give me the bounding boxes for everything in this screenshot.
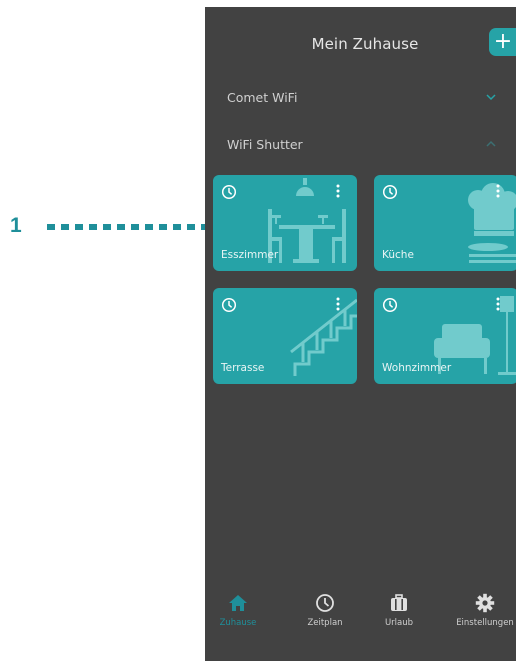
room-label: Küche xyxy=(382,249,414,261)
nav-item-zuhause[interactable]: Zuhause xyxy=(205,593,273,628)
nav-label: Zeitplan xyxy=(307,618,343,628)
nav-item-urlaub[interactable]: Urlaub xyxy=(364,593,434,628)
suitcase-icon xyxy=(391,594,407,611)
more-menu-icon[interactable] xyxy=(496,184,500,198)
group-label: Comet WiFi xyxy=(227,89,298,105)
room-tile-terrasse[interactable]: Terrasse xyxy=(213,288,357,384)
room-tile-esszimmer[interactable]: Esszimmer xyxy=(213,175,357,271)
page-title: Mein Zuhause xyxy=(311,35,419,53)
chevron-down-icon xyxy=(486,94,496,101)
room-tile-kueche[interactable]: Küche xyxy=(374,175,516,271)
group-wifi-shutter[interactable]: WiFi Shutter xyxy=(227,133,497,155)
home-icon xyxy=(229,595,247,611)
clock-icon xyxy=(316,594,334,612)
nav-item-einstellungen[interactable]: Einstellungen xyxy=(450,593,516,628)
clock-icon[interactable] xyxy=(382,184,398,200)
clock-icon[interactable] xyxy=(221,184,237,200)
more-menu-icon[interactable] xyxy=(336,184,340,198)
gear-icon xyxy=(475,593,495,613)
group-label: WiFi Shutter xyxy=(227,136,303,152)
clock-icon[interactable] xyxy=(382,297,398,313)
room-tile-wohnzimmer[interactable]: Wohnzimmer xyxy=(374,288,516,384)
more-menu-icon[interactable] xyxy=(336,297,340,311)
room-label: Terrasse xyxy=(221,362,265,374)
nav-label: Einstellungen xyxy=(456,618,514,628)
callout-number: 1 xyxy=(10,214,22,237)
phone-screen: Mein Zuhause + Comet WiFi WiFi Shutter E… xyxy=(205,7,516,661)
chevron-up-icon xyxy=(486,140,496,147)
nav-label: Zuhause xyxy=(219,618,257,628)
clock-icon[interactable] xyxy=(221,297,237,313)
add-button[interactable]: + xyxy=(489,28,516,56)
bottom-nav: Zuhause Zeitplan Urlaub Einstellungen xyxy=(205,593,516,643)
nav-label: Urlaub xyxy=(384,618,414,628)
more-menu-icon[interactable] xyxy=(496,297,500,311)
group-comet-wifi[interactable]: Comet WiFi xyxy=(227,86,497,108)
room-label: Wohnzimmer xyxy=(382,362,452,374)
room-label: Esszimmer xyxy=(221,249,279,261)
callout-leader-line xyxy=(47,224,230,230)
nav-item-zeitplan[interactable]: Zeitplan xyxy=(290,593,360,628)
